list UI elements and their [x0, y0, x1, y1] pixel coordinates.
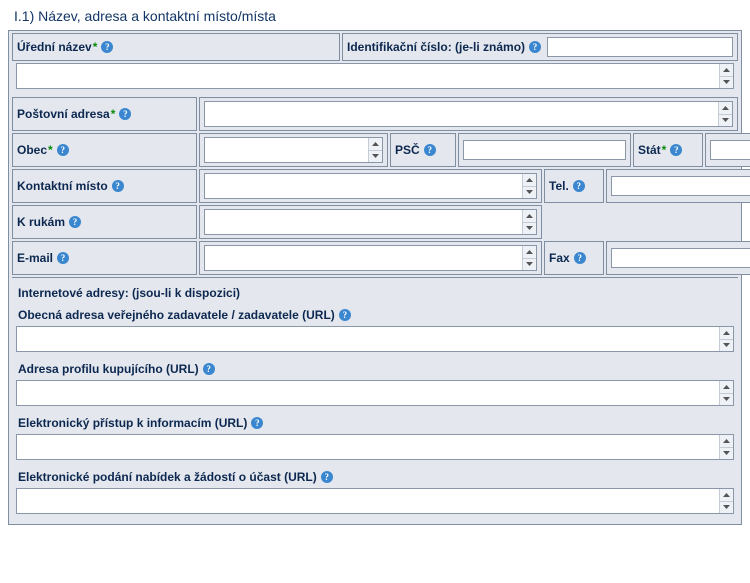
url-buyer-input[interactable]: [16, 380, 734, 406]
country-label: Stát: [638, 143, 661, 157]
contact-point-input[interactable]: [204, 173, 537, 199]
help-icon[interactable]: ?: [321, 471, 333, 483]
help-icon[interactable]: ?: [424, 144, 436, 156]
official-name-text[interactable]: [17, 64, 719, 88]
zip-label: PSČ: [395, 143, 420, 157]
section-title: I.1) Název, adresa a kontaktní místo/mís…: [8, 8, 742, 24]
form-panel: Úřední název * ? Identifikační číslo: (j…: [8, 30, 742, 525]
stepper-down-icon[interactable]: [523, 259, 536, 271]
help-icon[interactable]: ?: [574, 252, 586, 264]
internet-heading: Internetové adresy: (jsou-li k dispozici…: [12, 282, 738, 306]
help-icon[interactable]: ?: [101, 41, 113, 53]
official-name-label: Úřední název: [17, 40, 92, 54]
help-icon[interactable]: ?: [670, 144, 682, 156]
tel-label: Tel.: [549, 179, 569, 193]
postal-address-input[interactable]: [204, 101, 733, 127]
stepper-down-icon[interactable]: [523, 223, 536, 235]
stepper-up-icon[interactable]: [523, 174, 536, 187]
required-mark: *: [111, 107, 116, 121]
id-number-label: Identifikační číslo: (je-li známo): [347, 40, 525, 54]
help-icon[interactable]: ?: [251, 417, 263, 429]
fax-input[interactable]: [611, 248, 750, 268]
required-mark: *: [662, 143, 667, 157]
stepper-down-icon[interactable]: [369, 151, 382, 163]
stepper-up-icon[interactable]: [720, 381, 733, 394]
stepper-up-icon[interactable]: [523, 210, 536, 223]
stepper-down-icon[interactable]: [720, 340, 733, 352]
url-esubmit-text[interactable]: [17, 489, 719, 513]
attention-label: K rukám: [17, 215, 65, 229]
url-general-text[interactable]: [17, 327, 719, 351]
stepper-down-icon[interactable]: [720, 502, 733, 514]
help-icon[interactable]: ?: [203, 363, 215, 375]
official-name-input[interactable]: [16, 63, 734, 89]
stepper-down-icon[interactable]: [720, 448, 733, 460]
postal-address-label: Poštovní adresa: [17, 107, 110, 121]
url-einfo-text[interactable]: [17, 435, 719, 459]
url-buyer-text[interactable]: [17, 381, 719, 405]
id-number-input[interactable]: [547, 37, 733, 57]
url-esubmit-input[interactable]: [16, 488, 734, 514]
help-icon[interactable]: ?: [57, 252, 69, 264]
contact-point-label: Kontaktní místo: [17, 179, 108, 193]
city-input[interactable]: [204, 137, 383, 163]
tel-input[interactable]: [611, 176, 750, 196]
stepper-up-icon[interactable]: [719, 102, 732, 115]
city-text[interactable]: [205, 138, 368, 162]
url-general-label: Obecná adresa veřejného zadavatele / zad…: [18, 308, 335, 322]
stepper-up-icon[interactable]: [369, 138, 382, 151]
contact-point-text[interactable]: [205, 174, 522, 198]
city-label: Obec: [17, 143, 47, 157]
help-icon[interactable]: ?: [69, 216, 81, 228]
email-input[interactable]: [204, 245, 537, 271]
help-icon[interactable]: ?: [339, 309, 351, 321]
stepper-down-icon[interactable]: [720, 77, 733, 89]
url-buyer-label: Adresa profilu kupujícího (URL): [18, 362, 199, 376]
postal-address-text[interactable]: [205, 102, 718, 126]
help-icon[interactable]: ?: [573, 180, 585, 192]
attention-text[interactable]: [205, 210, 522, 234]
zip-input[interactable]: [463, 140, 626, 160]
stepper-up-icon[interactable]: [523, 246, 536, 259]
url-general-input[interactable]: [16, 326, 734, 352]
url-esubmit-label: Elektronické podání nabídek a žádostí o …: [18, 470, 317, 484]
stepper-up-icon[interactable]: [720, 327, 733, 340]
stepper-down-icon[interactable]: [523, 187, 536, 199]
help-icon[interactable]: ?: [112, 180, 124, 192]
email-label: E-mail: [17, 251, 53, 265]
stepper-down-icon[interactable]: [720, 394, 733, 406]
help-icon[interactable]: ?: [57, 144, 69, 156]
url-einfo-input[interactable]: [16, 434, 734, 460]
stepper-down-icon[interactable]: [719, 115, 732, 127]
required-mark: *: [48, 143, 53, 157]
stepper-up-icon[interactable]: [720, 489, 733, 502]
stepper-up-icon[interactable]: [720, 64, 733, 77]
stepper-up-icon[interactable]: [720, 435, 733, 448]
url-einfo-label: Elektronický přístup k informacím (URL): [18, 416, 247, 430]
country-input[interactable]: [710, 140, 750, 160]
help-icon[interactable]: ?: [529, 41, 541, 53]
attention-input[interactable]: [204, 209, 537, 235]
email-text[interactable]: [205, 246, 522, 270]
fax-label: Fax: [549, 251, 570, 265]
required-mark: *: [93, 40, 98, 54]
help-icon[interactable]: ?: [119, 108, 131, 120]
